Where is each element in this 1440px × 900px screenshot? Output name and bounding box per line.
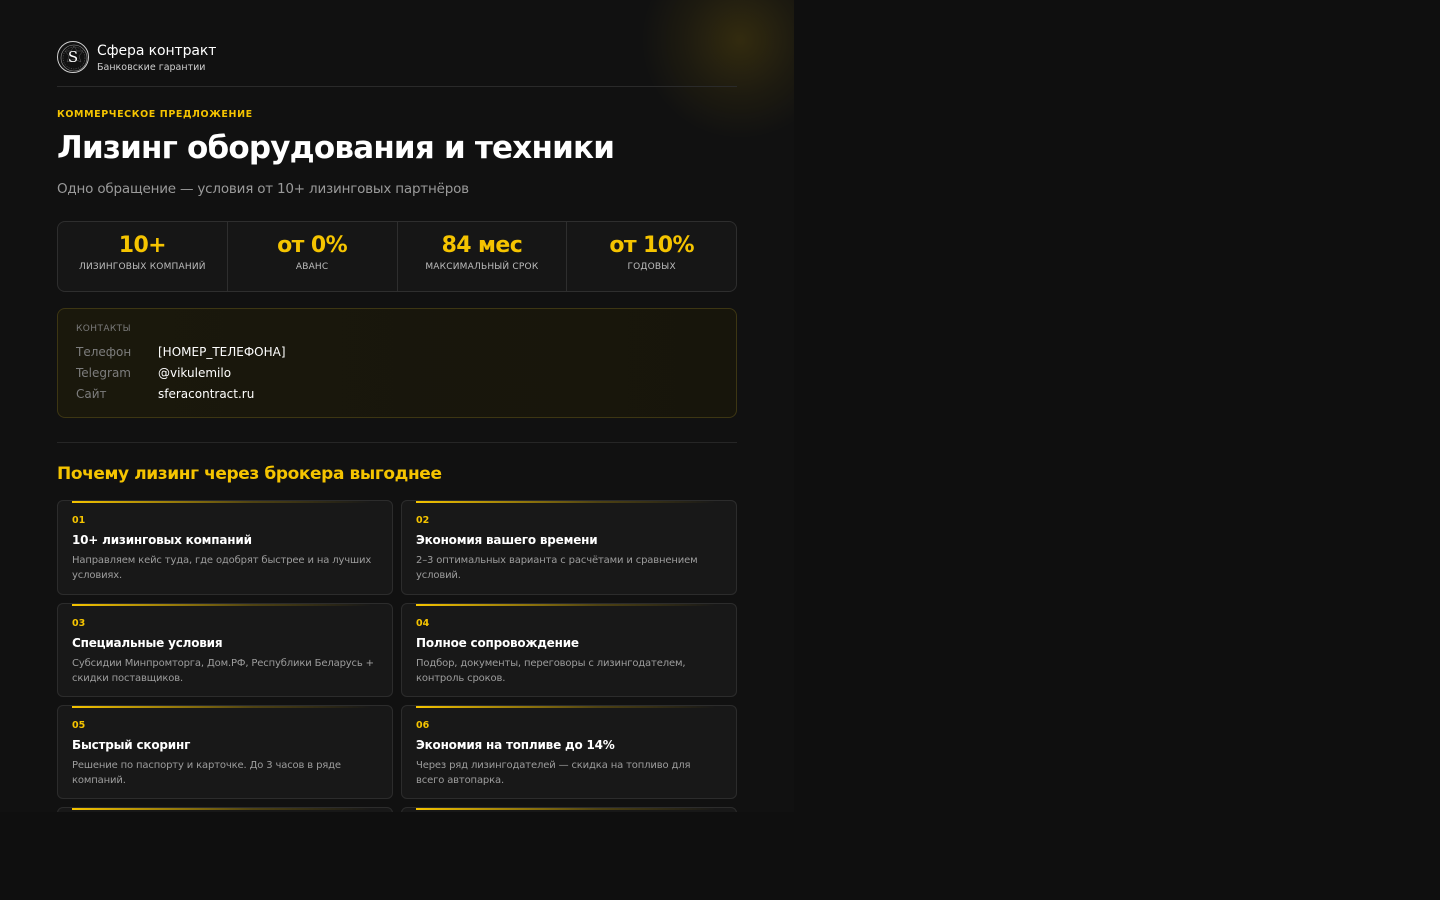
card-accent-line <box>72 501 372 503</box>
benefits-title: Почему лизинг через брокера выгоднее <box>57 464 442 484</box>
card-title: Экономия на топливе до 14% <box>416 738 615 752</box>
card-number: 03 <box>72 618 86 629</box>
stat-companies: 10+ ЛИЗИНГОВЫХ КОМПАНИЙ <box>58 222 228 291</box>
brand-name: Сфера контракт <box>97 43 217 59</box>
contact-row-website: Сайт sferacontract.ru <box>76 387 716 405</box>
stat-label: ГОДОВЫХ <box>627 262 676 272</box>
contact-row-telegram: Telegram @vikulemilo <box>76 366 716 384</box>
stat-value: от 10% <box>609 233 694 258</box>
card-number: 04 <box>416 618 430 629</box>
section-divider <box>57 442 737 443</box>
stat-value: 84 мес <box>441 233 523 258</box>
card-title: Быстрый скоринг <box>72 738 191 752</box>
stat-term: 84 мес МАКСИМАЛЬНЫЙ СРОК <box>398 222 568 291</box>
benefit-card: 05 Быстрый скоринг Решение по паспорту и… <box>57 705 393 799</box>
stat-value: от 0% <box>277 233 348 258</box>
eyebrow-label: КОММЕРЧЕСКОЕ ПРЕДЛОЖЕНИЕ <box>57 109 253 120</box>
stat-label: АВАНС <box>295 262 329 272</box>
contacts-block: КОНТАКТЫ Телефон [НОМЕР_ТЕЛЕФОНА] Telegr… <box>57 308 737 418</box>
benefit-card-partial <box>401 807 737 812</box>
card-number: 02 <box>416 515 430 526</box>
card-description: Подбор, документы, переговоры с лизингод… <box>416 658 686 684</box>
contact-label: Сайт <box>76 387 107 401</box>
contact-label: Telegram <box>76 366 131 380</box>
logo-letter: S <box>67 48 79 66</box>
card-description: Направляем кейс туда, где одобрят быстре… <box>72 555 372 581</box>
card-number: 01 <box>72 515 86 526</box>
stat-rate: от 10% ГОДОВЫХ <box>567 222 736 291</box>
card-title: Экономия вашего времени <box>416 533 598 547</box>
card-description: Решение по паспорту и карточке. До 3 час… <box>72 760 341 786</box>
benefit-card: 03 Специальные условия Субсидии Минпромт… <box>57 603 393 697</box>
card-accent-line <box>72 706 372 708</box>
contact-link-website[interactable]: sferacontract.ru <box>158 387 254 401</box>
header: S Сфера контракт Банковские гарантии <box>57 40 737 87</box>
card-description: 2–3 оптимальных варианта с расчётами и с… <box>416 555 698 581</box>
card-number: 05 <box>72 720 86 731</box>
benefit-card: 02 Экономия вашего времени 2–3 оптимальн… <box>401 500 737 595</box>
contact-row-phone: Телефон [НОМЕР_ТЕЛЕФОНА] <box>76 345 716 363</box>
contact-label: Телефон <box>76 345 132 359</box>
benefit-card: 04 Полное сопровождение Подбор, документ… <box>401 603 737 697</box>
stat-advance: от 0% АВАНС <box>228 222 398 291</box>
card-accent-line <box>72 604 372 606</box>
benefit-card: 06 Экономия на топливе до 14% Через ряд … <box>401 705 737 799</box>
card-title: 10+ лизинговых компаний <box>72 533 252 547</box>
stats-bar: 10+ ЛИЗИНГОВЫХ КОМПАНИЙ от 0% АВАНС 84 м… <box>57 221 737 292</box>
stat-label: МАКСИМАЛЬНЫЙ СРОК <box>425 262 539 272</box>
card-accent-line <box>416 808 716 810</box>
card-accent-line <box>416 706 716 708</box>
card-accent-line <box>72 808 372 810</box>
card-description: Субсидии Минпромторга, Дом.РФ, Республик… <box>72 658 374 684</box>
contacts-title: КОНТАКТЫ <box>76 324 131 334</box>
page-title: Лизинг оборудования и техники <box>57 130 615 166</box>
contact-value-phone: [НОМЕР_ТЕЛЕФОНА] <box>158 345 286 359</box>
card-title: Специальные условия <box>72 636 223 650</box>
stat-value: 10+ <box>118 233 167 258</box>
benefit-card: 01 10+ лизинговых компаний Направляем ке… <box>57 500 393 595</box>
benefit-card-partial <box>57 807 393 812</box>
contact-link-telegram[interactable]: @vikulemilo <box>158 366 231 380</box>
card-number: 06 <box>416 720 430 731</box>
card-accent-line <box>416 501 716 503</box>
card-description: Через ряд лизингодателей — скидка на топ… <box>416 760 691 786</box>
stat-label: ЛИЗИНГОВЫХ КОМПАНИЙ <box>79 262 206 272</box>
card-title: Полное сопровождение <box>416 636 579 650</box>
commercial-offer-page: S Сфера контракт Банковские гарантии КОМ… <box>0 0 794 812</box>
card-accent-line <box>416 604 716 606</box>
brand-subtitle: Банковские гарантии <box>97 62 206 73</box>
page-subtitle: Одно обращение — условия от 10+ лизингов… <box>57 181 469 197</box>
logo-icon: S <box>57 41 89 73</box>
